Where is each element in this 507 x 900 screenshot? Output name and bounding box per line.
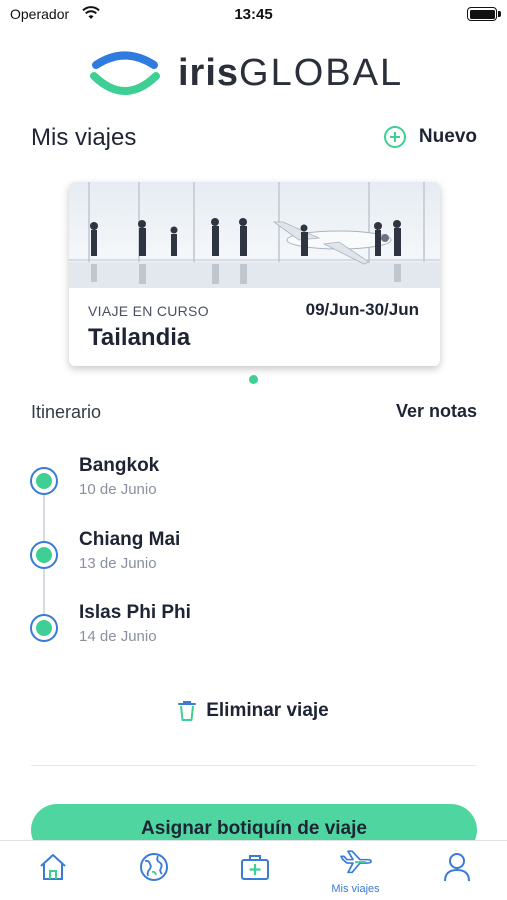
stop-date: 14 de Junio [79,628,157,645]
new-trip-button[interactable]: Nuevo [383,126,477,148]
clock: 13:45 [234,6,273,23]
home-icon [39,854,66,880]
stop-name: Islas Phi Phi [79,602,191,623]
logo-iris-text: iris [178,52,240,94]
logo-global-text: GLOBAL [239,52,404,94]
trip-destination: Tailandia [88,324,191,351]
battery-icon [467,7,497,21]
tab-globe[interactable] [103,841,204,900]
divider [31,765,476,766]
logo-wordmark: irisGLOBAL [178,52,403,95]
medical-kit-icon [240,855,269,880]
tab-my-trips-label: Mis viajes [331,883,380,895]
tab-home[interactable] [2,841,103,900]
trip-dates: 09/Jun-30/Jun [305,300,419,319]
delete-trip-button[interactable]: Eliminar viaje [0,700,507,722]
page-title: Mis viajes [31,124,137,151]
status-bar: Operador 13:45 [0,0,507,30]
tab-my-trips[interactable]: Mis viajes [305,841,406,900]
stop-marker-icon [30,467,58,495]
itinerary-stop[interactable]: Chiang Mai 13 de Junio [30,529,430,579]
view-notes-link[interactable]: Ver notas [396,401,477,422]
trash-icon [178,701,197,721]
stop-marker-icon [30,541,58,569]
tab-bar: Mis viajes [0,840,507,900]
trip-photo [69,182,440,288]
airplane-icon [339,850,372,874]
stop-name: Bangkok [79,455,160,476]
itinerary-stop[interactable]: Islas Phi Phi 14 de Junio [30,602,430,652]
globe-icon [139,853,168,881]
stop-name: Chiang Mai [79,529,181,550]
page-indicator-dot [249,375,258,384]
tab-profile[interactable] [406,841,507,900]
stop-date: 10 de Junio [79,481,157,498]
trip-card[interactable]: VIAJE EN CURSO 09/Jun-30/Jun Tailandia [69,182,440,366]
profile-icon [443,853,470,882]
itinerary-stop[interactable]: Bangkok 10 de Junio [30,455,430,505]
stop-marker-icon [30,614,58,642]
itinerary-label: Itinerario [31,402,102,422]
new-trip-label: Nuevo [418,126,477,147]
iris-global-logo: irisGLOBAL [88,48,428,100]
battery-tip [498,11,501,17]
plus-circle-icon [383,126,406,148]
stop-date: 13 de Junio [79,555,157,572]
logo-mark-icon [90,51,160,95]
delete-trip-label: Eliminar viaje [206,700,329,721]
trip-status: VIAJE EN CURSO [88,303,209,319]
tab-medical-kit[interactable] [204,841,305,900]
